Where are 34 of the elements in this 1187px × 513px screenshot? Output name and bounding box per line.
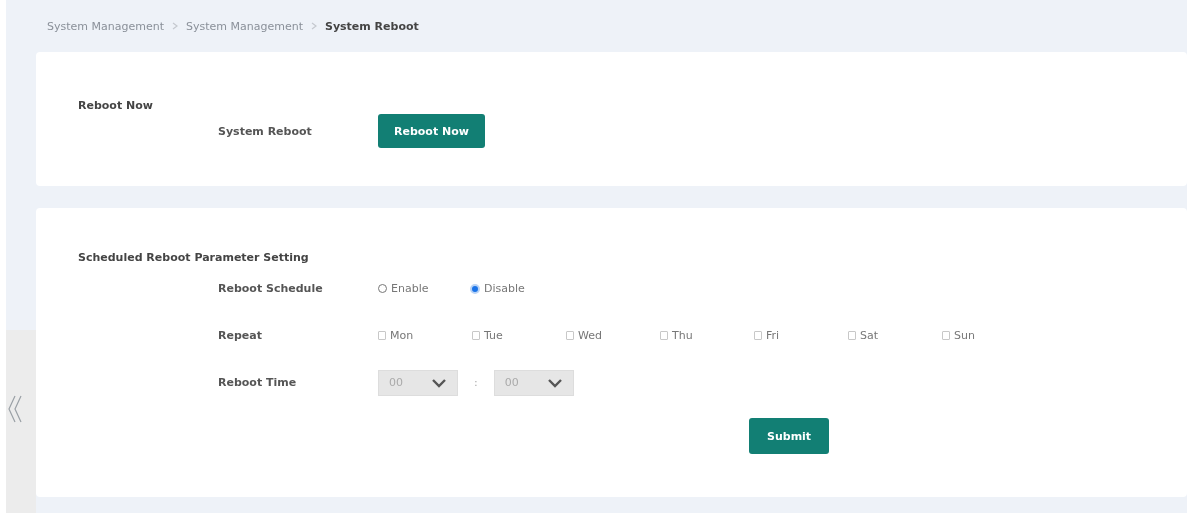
checkbox[interactable]: [942, 331, 950, 340]
breadcrumb-item[interactable]: System Management: [186, 19, 303, 33]
checkbox[interactable]: [378, 331, 386, 340]
checkbox[interactable]: [472, 331, 480, 340]
checkbox[interactable]: [754, 331, 762, 340]
checkbox-label: Sun: [954, 329, 975, 342]
checkbox[interactable]: [566, 331, 574, 340]
checkbox-label: Thu: [672, 329, 693, 342]
checkbox-label: Wed: [578, 329, 602, 342]
chevron-icon: [172, 22, 178, 30]
field-label: Repeat: [218, 329, 263, 342]
section-title: Reboot Now: [78, 99, 153, 112]
time-separator: :: [474, 376, 478, 389]
chevron-icon: [310, 22, 317, 30]
field-label: Reboot Time: [218, 376, 298, 389]
radio-button[interactable]: [378, 284, 387, 293]
section-title: Scheduled Reboot Parameter Setting: [78, 251, 309, 264]
breadcrumb-item[interactable]: System Management: [47, 19, 164, 33]
radio-label: Disable: [484, 282, 525, 295]
reboot-now-button[interactable]: Reboot Now: [378, 114, 485, 148]
radio-label: Enable: [391, 282, 429, 295]
chevron-down-icon: [431, 377, 447, 388]
checkbox-label: Fri: [766, 329, 780, 342]
checkbox-label: Sat: [860, 329, 879, 342]
submit-button[interactable]: Submit: [749, 418, 830, 454]
checkbox[interactable]: [848, 331, 856, 340]
chevron-down-icon: [546, 377, 563, 388]
collapse-icon[interactable]: [8, 394, 22, 424]
field-label: System Reboot: [218, 124, 313, 138]
field-label: Reboot Schedule: [218, 282, 324, 295]
breadcrumb-item: System Reboot: [324, 19, 419, 33]
checkbox[interactable]: [660, 331, 668, 340]
checkbox-label: Mon: [390, 329, 414, 342]
checkbox-label: Tue: [484, 329, 503, 342]
